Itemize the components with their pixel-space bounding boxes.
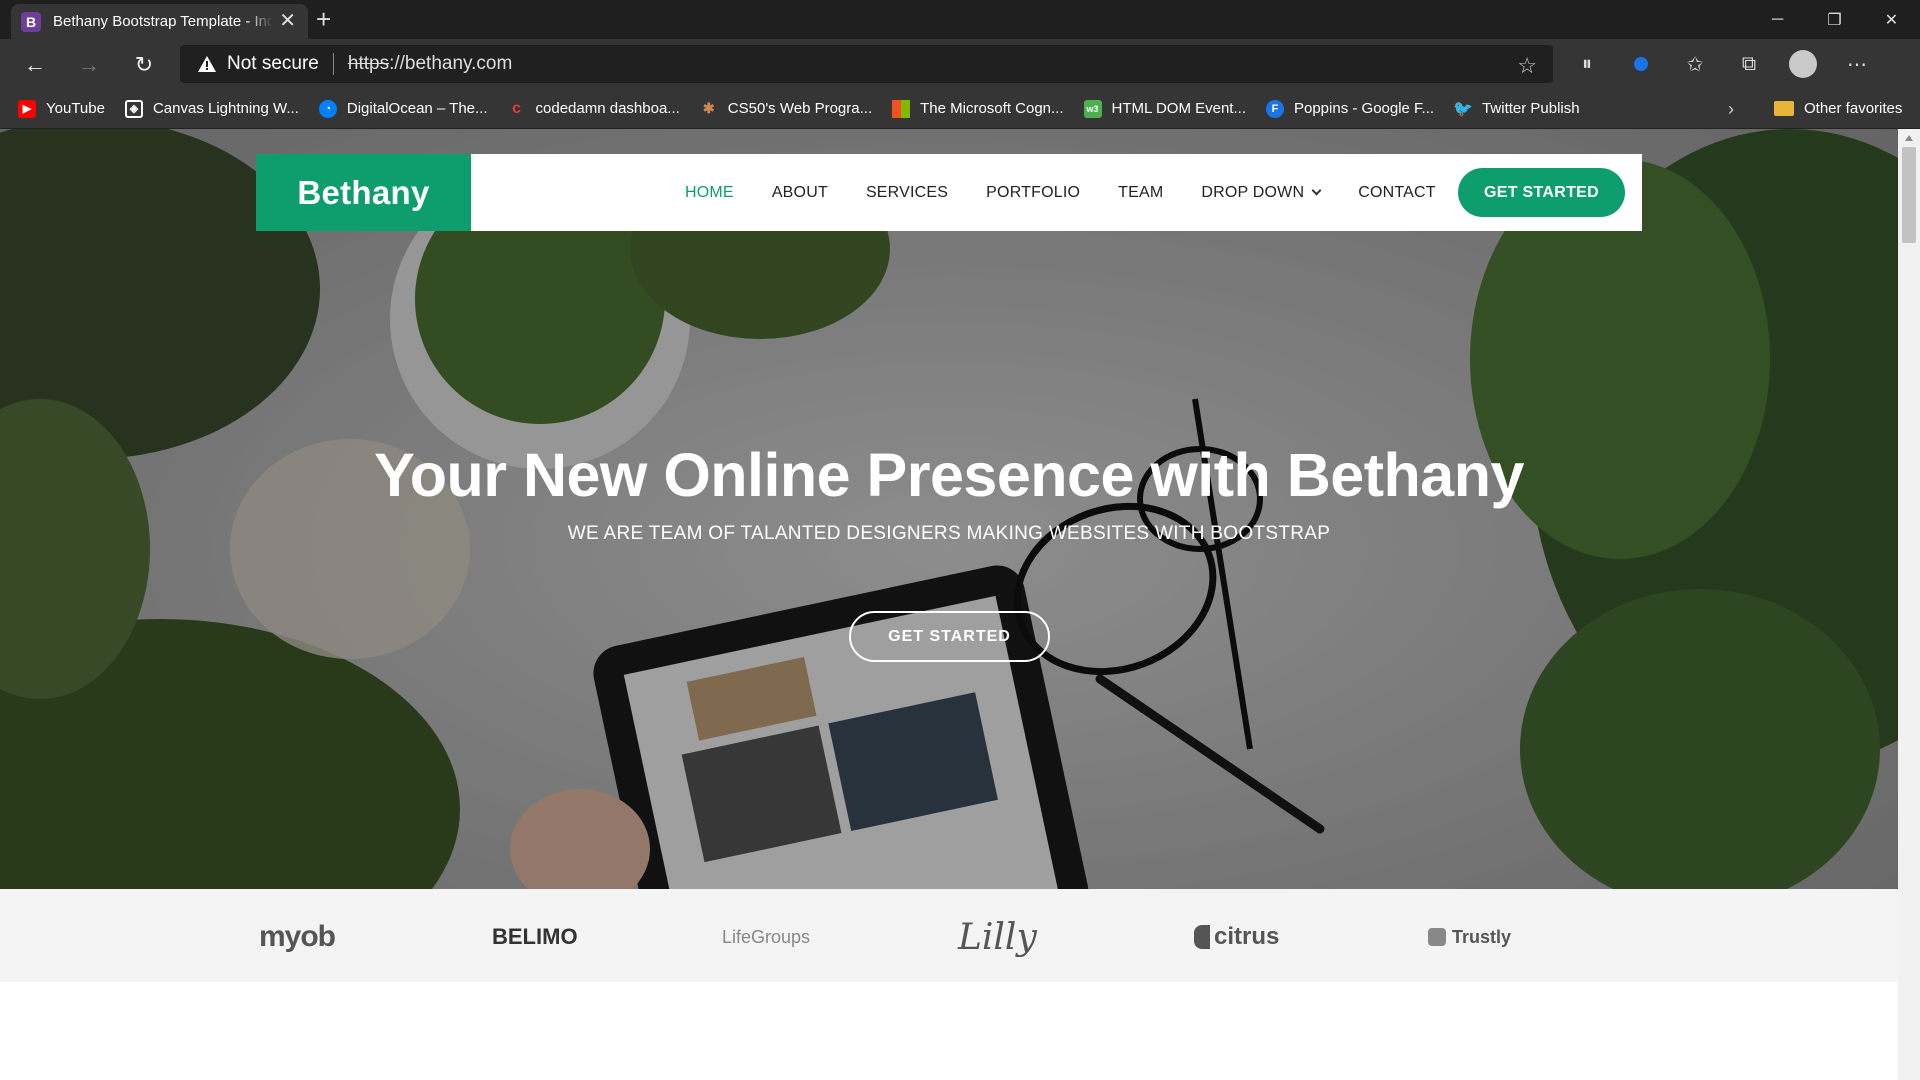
more-menu-icon[interactable]: ⋯ (1840, 47, 1874, 81)
outlook-extension-icon[interactable] (1624, 47, 1658, 81)
scroll-up-arrow-icon[interactable] (1905, 135, 1913, 141)
youtube-icon: ▶ (18, 99, 36, 118)
favorite-star-icon[interactable]: ☆ (1517, 53, 1537, 79)
codedamn-icon: c (512, 99, 521, 117)
url-host: ://bethany.com (389, 53, 513, 74)
client-logo-lilly: Lilly (958, 916, 1037, 958)
get-started-button[interactable]: GET STARTED (1458, 168, 1625, 217)
toolbar-extensions: ⏸ ✩ ⧉ ⋯ (1570, 47, 1894, 81)
nav-about[interactable]: ABOUT (772, 184, 828, 202)
page-scrollbar[interactable] (1898, 129, 1920, 1080)
nav-services[interactable]: SERVICES (866, 184, 948, 202)
bookmark-label: The Microsoft Cogn... (920, 100, 1064, 117)
nav-dropdown[interactable]: DROP DOWN (1201, 183, 1322, 202)
bookmark-youtube[interactable]: ▶ YouTube (18, 99, 105, 118)
bookmark-label: Twitter Publish (1482, 100, 1580, 117)
tab-strip: B Bethany Bootstrap Template - Index ✕ +… (0, 0, 1920, 39)
nav-portfolio[interactable]: PORTFOLIO (986, 184, 1080, 202)
microsoft-icon (892, 99, 911, 118)
bookmark-label: DigitalOcean – The... (346, 100, 488, 117)
profile-avatar[interactable] (1786, 47, 1820, 81)
nav-team[interactable]: TEAM (1118, 184, 1163, 202)
address-bar[interactable]: Not secure https://bethany.com ☆ (180, 45, 1553, 83)
new-tab-icon[interactable]: + (316, 5, 331, 33)
bootstrap-favicon-icon: B (21, 11, 41, 32)
refresh-icon[interactable]: ↻ (129, 50, 159, 80)
browser-tab[interactable]: B Bethany Bootstrap Template - Index ✕ (11, 4, 308, 39)
bookmark-label: Canvas Lightning W... (152, 100, 299, 117)
back-icon[interactable]: ← (20, 50, 50, 80)
clients-section: myob BELIMO LifeGroups Lilly citrus Trus… (0, 889, 1898, 982)
google-fonts-icon: F (1265, 99, 1284, 118)
citrus-mark-icon (1194, 925, 1210, 949)
hero-title: Your New Online Presence with Bethany (374, 441, 1524, 509)
bookmark-other-favorites[interactable]: Other favorites (1774, 100, 1902, 117)
folder-icon (1774, 101, 1794, 116)
close-tab-icon[interactable]: ✕ (279, 11, 296, 31)
client-logo-trustly: Trustly (1428, 919, 1511, 955)
nav-contact[interactable]: CONTACT (1358, 184, 1436, 202)
bookmark-microsoft[interactable]: The Microsoft Cogn... (892, 99, 1064, 118)
bookmarks-bar: ▶ YouTube ◈ Canvas Lightning W... ◔ Digital… (0, 89, 1920, 129)
client-logo-myob: myob (259, 920, 336, 953)
digitalocean-icon: ◔ (318, 99, 337, 118)
bookmark-label: CS50's Web Progra... (727, 100, 873, 117)
client-logo-lifegroups: LifeGroups (722, 926, 811, 947)
bookmark-label: YouTube (46, 100, 105, 117)
bookmark-codedamn[interactable]: c codedamn dashboa... (508, 100, 680, 118)
client-logo-citrus-text: citrus (1214, 923, 1280, 950)
forward-icon[interactable]: → (74, 50, 104, 80)
bookmark-label: codedamn dashboa... (535, 100, 680, 117)
favorites-list-icon[interactable]: ✩ (1678, 47, 1712, 81)
bookmark-label: HTML DOM Event... (1111, 100, 1246, 117)
browser-toolbar: ← → ↻ Not secure https://bethany.com ☆ ⏸… (0, 39, 1920, 89)
client-logo-citrus: citrus (1194, 919, 1279, 955)
trustly-lock-icon (1428, 928, 1446, 946)
url-text[interactable]: https://bethany.com (348, 53, 512, 75)
extension-icon[interactable]: ⏸ (1570, 47, 1604, 81)
hero-section: Bethany HOME ABOUT SERVICES PORTFOLIO TE… (0, 129, 1898, 889)
twitter-icon: 🐦 (1453, 100, 1474, 118)
security-label[interactable]: Not secure (227, 53, 319, 75)
minimize-icon[interactable]: ─ (1749, 0, 1806, 39)
tab-title: Bethany Bootstrap Template - Index (53, 13, 273, 30)
other-favorites-label: Other favorites (1804, 100, 1903, 117)
web-page: Bethany HOME ABOUT SERVICES PORTFOLIO TE… (0, 129, 1898, 1080)
hero-subtitle: WE ARE TEAM OF TALANTED DESIGNERS MAKING… (567, 523, 1331, 544)
cs50-icon: ✱ (702, 100, 715, 116)
hero-get-started-button[interactable]: GET STARTED (849, 611, 1050, 662)
bookmark-w3schools[interactable]: w3 HTML DOM Event... (1083, 99, 1246, 118)
url-scheme: https (347, 53, 390, 74)
client-logo-trustly-text: Trustly (1452, 926, 1512, 947)
nav-home[interactable]: HOME (685, 184, 734, 202)
collections-icon[interactable]: ⧉ (1732, 47, 1766, 81)
canvas-icon: ◈ (124, 99, 143, 118)
warning-icon[interactable] (197, 54, 217, 74)
bookmarks-overflow-chevron-icon[interactable]: › (1728, 99, 1734, 120)
w3schools-icon: w3 (1083, 99, 1102, 118)
bookmark-canvas[interactable]: ◈ Canvas Lightning W... (124, 99, 299, 118)
address-separator (332, 53, 334, 75)
site-logo[interactable]: Bethany (256, 154, 471, 231)
bookmark-google-fonts[interactable]: F Poppins - Google F... (1265, 99, 1435, 118)
bookmark-digitalocean[interactable]: ◔ DigitalOcean – The... (318, 99, 488, 118)
bookmark-label: Poppins - Google F... (1293, 100, 1435, 117)
nav-dropdown-label: DROP DOWN (1201, 183, 1305, 201)
site-header: Bethany HOME ABOUT SERVICES PORTFOLIO TE… (256, 154, 1642, 231)
bookmark-cs50[interactable]: ✱ CS50's Web Progra... (700, 100, 872, 118)
window-controls: ─ ❐ ✕ (1749, 0, 1920, 39)
window-close-icon[interactable]: ✕ (1863, 0, 1920, 39)
client-logo-belimo: BELIMO (492, 924, 578, 949)
chevron-down-icon (1311, 185, 1322, 196)
scroll-thumb[interactable] (1902, 147, 1916, 243)
bookmark-twitter[interactable]: 🐦 Twitter Publish (1453, 100, 1580, 118)
restore-icon[interactable]: ❐ (1806, 0, 1863, 39)
main-nav: HOME ABOUT SERVICES PORTFOLIO TEAM DROP … (685, 154, 1474, 231)
